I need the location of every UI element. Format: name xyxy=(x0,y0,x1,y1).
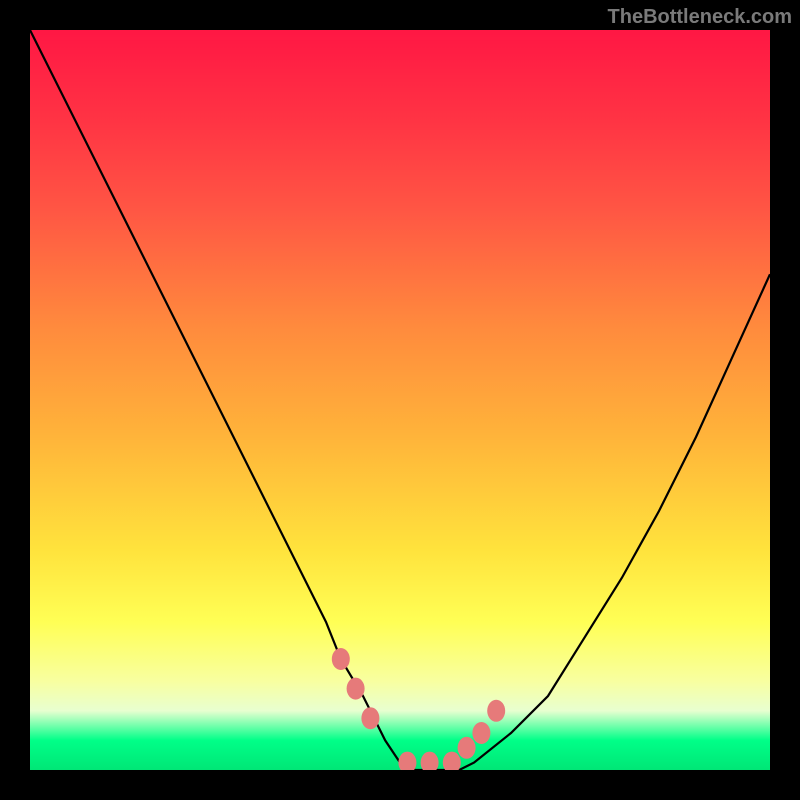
marker-point xyxy=(458,737,476,759)
marker-point xyxy=(398,752,416,770)
marker-point xyxy=(443,752,461,770)
marker-point xyxy=(332,648,350,670)
curve-svg xyxy=(30,30,770,770)
marker-point xyxy=(421,752,439,770)
marker-point xyxy=(487,700,505,722)
marker-point xyxy=(361,707,379,729)
marker-point xyxy=(347,678,365,700)
watermark-text: TheBottleneck.com xyxy=(608,6,792,29)
bottleneck-curve-path xyxy=(30,30,770,770)
chart-frame: TheBottleneck.com xyxy=(0,0,800,800)
marker-point xyxy=(472,722,490,744)
marker-group xyxy=(332,648,505,770)
plot-area xyxy=(30,30,770,770)
